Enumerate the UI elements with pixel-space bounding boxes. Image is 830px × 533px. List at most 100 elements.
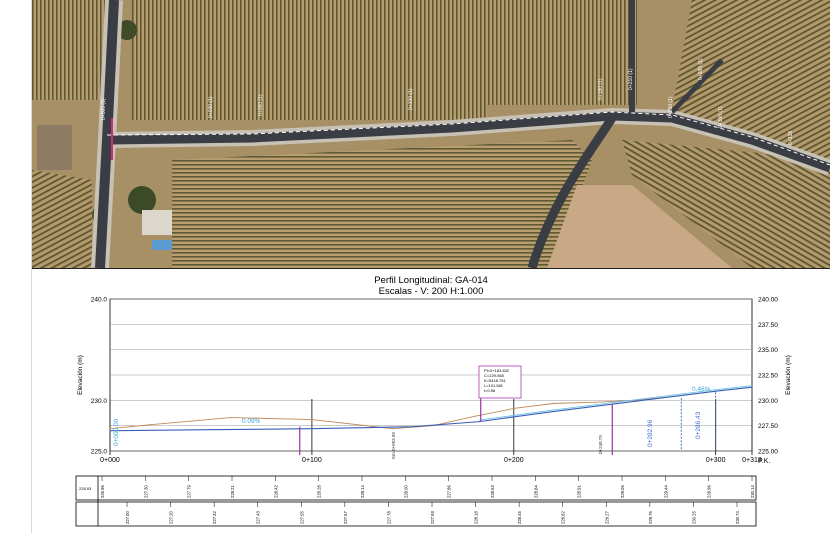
y-tick-label-left: 230.0	[91, 398, 108, 405]
aerial-photo-canvas: 0+000 (1) 0+030 (1) 0+060 (1) 0+100 (1) 0+18…	[32, 0, 830, 268]
series-point	[478, 421, 481, 423]
table-row2-cell: 228.82	[561, 511, 566, 524]
x-tick-labels: 0+000 0+100 0+200 0+300 0+318	[100, 457, 762, 464]
aerial-photo: 0+000 (1) 0+030 (1) 0+060 (1) 0+100 (1) 0+18…	[32, 0, 830, 268]
y-tick-label-right: 227.50	[758, 423, 778, 430]
table-row2-cell: 230.25	[691, 511, 696, 524]
station-label-093: Km 0+093.99	[391, 432, 396, 459]
gridlines	[109, 298, 753, 455]
table-row1-header: 228.93	[79, 486, 92, 491]
aerial-station-label: 0+250 (1)	[668, 96, 674, 118]
table-row1-cell: 229.06	[620, 485, 625, 498]
y-axis-label-left: Elevación (m)	[77, 355, 84, 395]
table-row2-cell: 230.74	[735, 511, 740, 524]
y-tick-label-right: 240.00	[758, 297, 778, 304]
aerial-station-label: 0+318	[788, 131, 794, 145]
table-row1-cell: 228.91	[577, 485, 582, 498]
curve-info-f: f=0.56	[484, 388, 496, 393]
vertical-curve-info-box: PI=0+183.632 C=229.068 K=5418.751 L=101.…	[478, 365, 522, 399]
grade-line	[109, 386, 753, 432]
y-tick-label-right: 232.50	[758, 373, 778, 380]
aerial-station-label: 0+300 (1)	[718, 106, 724, 128]
table-row1-cell: 228.42	[273, 485, 278, 498]
table-row1-cell: 227.86	[447, 485, 452, 498]
series-point	[472, 415, 474, 418]
terrain-line	[109, 386, 753, 430]
y-tick-labels: 225.00 227.50 230.00 232.50 235.00 237.50 240.…	[91, 297, 779, 456]
field-bottom-middle	[172, 140, 592, 268]
table-row1-cell: 228.84	[533, 485, 538, 498]
longitudinal-profile: Perfil Longitudinal: GA-014 Escalas - V:…	[32, 269, 830, 533]
table-row2-cell: 227.43	[256, 511, 261, 524]
y-tick-label-right: 225.00	[758, 449, 778, 456]
aerial-station-label: 0+030 (1)	[208, 96, 214, 118]
series-point	[311, 418, 313, 421]
y-tick-label-left: 240.0	[91, 297, 108, 304]
start-station-label: 0+000.00	[113, 418, 120, 446]
aerial-station-label: 0+100 (1)	[408, 88, 414, 110]
table-row2-cell: 227.32	[212, 511, 217, 524]
series-point	[593, 401, 596, 403]
aerial-station-label: 0+210 (1)	[628, 68, 634, 90]
table-row1-cell: 228.28	[317, 485, 322, 498]
chart-title: Perfil Longitudinal: GA-014	[374, 275, 488, 286]
y-axis-label-right: Elevación (m)	[785, 355, 792, 395]
station-label-0-282: 0+282.96	[647, 419, 654, 447]
building	[37, 125, 72, 170]
table-row2-cell: 227.78	[386, 511, 391, 524]
field-top-middle	[132, 0, 487, 120]
y-tick-label-right: 230.00	[758, 398, 778, 405]
x-tick-label: 0+200	[504, 457, 524, 464]
y-tick-label-right: 237.50	[758, 322, 778, 329]
series-point	[392, 428, 394, 430]
aerial-station-label: 0+000 (1)	[101, 98, 107, 120]
series-point	[412, 426, 414, 428]
table-row2-cell: 227.67	[343, 511, 348, 524]
table-row2-cell: 227.55	[299, 511, 304, 524]
gradient-label-left: 0.09%	[242, 418, 261, 425]
series-point	[109, 428, 111, 430]
table-row1-cell: 229.44	[663, 485, 668, 498]
table-row1-cell: 228.53	[490, 485, 495, 498]
series-point	[311, 428, 313, 430]
table-row2-cell: 227.93	[430, 511, 435, 524]
series-point	[553, 402, 555, 404]
series-point	[553, 410, 555, 413]
table-row2-cell: 227.00	[125, 511, 130, 524]
profile-series	[109, 385, 753, 455]
x-tick-label: 0+300	[706, 457, 726, 464]
field-bottom-left	[32, 170, 92, 268]
table-row1-cell: 230.14	[750, 485, 755, 498]
series-point	[513, 407, 515, 410]
series-point	[149, 424, 151, 426]
table-row2-cell: 228.45	[517, 511, 522, 524]
series-point	[715, 390, 717, 392]
pool	[152, 240, 172, 250]
table-row1-cell: 228.21	[230, 485, 235, 498]
table-row2-cell: 229.27	[604, 511, 609, 524]
table-row1-cell: 228.00	[403, 485, 408, 498]
profile-chart: Perfil Longitudinal: GA-014 Escalas - V:…	[75, 275, 792, 527]
table-row1-cell: 226.96	[100, 485, 105, 498]
gradient-label-right: 0.46%	[692, 386, 711, 393]
aerial-station-label: 0+280 (1)	[698, 58, 704, 80]
series-point	[109, 430, 111, 432]
y-tick-label-left: 225.0	[91, 449, 108, 456]
station-label-0-286: 0+286.43	[695, 411, 702, 439]
chart-subtitle: Escalas - V: 200 H:1.000	[379, 286, 484, 297]
table-row1-cell: 227.79	[187, 485, 192, 498]
y-tick-label-right: 235.00	[758, 347, 778, 354]
aerial-station-label: 0+180 (1)	[598, 78, 604, 100]
station-label-248: 0+248.79	[598, 435, 603, 454]
series-point	[210, 429, 212, 431]
table-row2-cell: 228.18	[474, 511, 479, 524]
table-row1-cell: 229.96	[707, 485, 712, 498]
x-tick-label: 0+100	[302, 457, 322, 464]
series-point	[230, 416, 232, 419]
table-row1-cell: 227.30	[143, 485, 148, 498]
x-tick-label: 0+000	[100, 457, 120, 464]
profile-data-table: 228.93 226.96 227.30 227.79 228.21 228.42 228…	[75, 475, 757, 527]
px-label: P.K.	[758, 458, 770, 465]
aerial-station-label: 0+060 (1)	[258, 94, 264, 116]
field-top-right	[487, 0, 637, 105]
